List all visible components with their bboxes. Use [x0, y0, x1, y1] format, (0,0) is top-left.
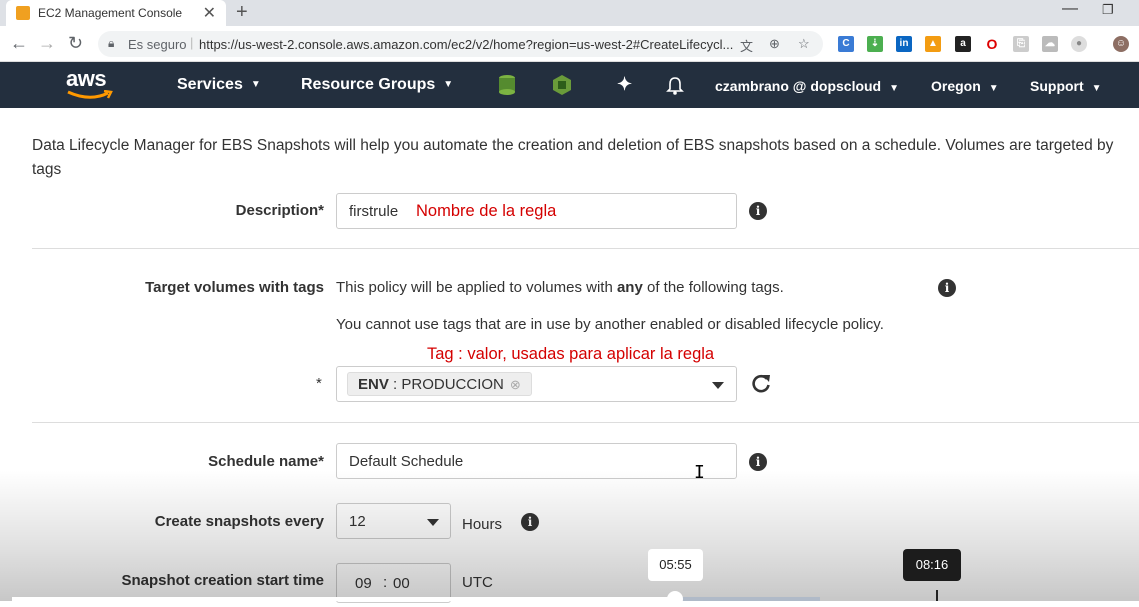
- hover-time-tooltip: 08:16: [903, 549, 961, 581]
- aws-logo[interactable]: aws: [66, 66, 107, 92]
- description-label: Description*: [235, 202, 324, 219]
- browser-tab[interactable]: EC2 Management Console ✕: [6, 0, 226, 26]
- window-minimize-button[interactable]: —: [1062, 0, 1078, 18]
- extension-icon[interactable]: ●: [1071, 36, 1087, 52]
- resource-groups-label: Resource Groups: [301, 76, 436, 93]
- text-cursor-icon: I: [694, 462, 705, 483]
- start-time-colon: :: [383, 574, 388, 591]
- tag-selector[interactable]: ENV : PRODUCCION ⊗: [336, 366, 737, 402]
- start-time-label: Snapshot creation start time: [121, 572, 324, 589]
- target-text-after: of the following tags.: [642, 279, 784, 296]
- schedule-name-input[interactable]: Default Schedule: [336, 443, 737, 479]
- target-note: You cannot use tags that are in use by a…: [336, 316, 884, 333]
- info-icon[interactable]: i: [521, 513, 539, 531]
- address-separator: |: [190, 35, 194, 50]
- video-hover-marker: [936, 590, 938, 601]
- video-scrubber-handle[interactable]: [667, 591, 683, 607]
- schedule-name-value: Default Schedule: [349, 453, 464, 470]
- window-restore-button[interactable]: ❐: [1102, 2, 1114, 18]
- target-text-before: This policy will be applied to volumes w…: [336, 279, 617, 296]
- ec2-shortcut-icon[interactable]: [552, 74, 572, 96]
- target-text-bold: any: [616, 279, 643, 296]
- create-every-select[interactable]: 12: [336, 503, 451, 539]
- security-label: Es seguro: [128, 37, 187, 52]
- tag-value: PRODUCCION: [401, 376, 504, 393]
- refresh-icon[interactable]: [750, 372, 772, 394]
- info-icon[interactable]: i: [749, 453, 767, 471]
- start-time-zone: UTC: [462, 574, 493, 591]
- pin-icon[interactable]: ✦: [617, 74, 632, 95]
- resource-groups-menu[interactable]: Resource Groups ▼: [301, 76, 453, 94]
- services-label: Services: [177, 76, 243, 93]
- reload-icon[interactable]: ↻: [68, 33, 83, 54]
- dropdown-caret-icon[interactable]: [712, 382, 724, 389]
- start-time-hour[interactable]: 09: [355, 575, 372, 592]
- url-text[interactable]: https://us-west-2.console.aws.amazon.com…: [199, 37, 733, 52]
- extension-icon[interactable]: C: [838, 36, 854, 52]
- browser-tab-strip: EC2 Management Console ✕ + — ❐: [0, 0, 1139, 26]
- support-label: Support: [1030, 78, 1084, 94]
- description-value: firstrule: [349, 203, 399, 220]
- address-bar[interactable]: 🔒︎ Es seguro | https://us-west-2.console…: [98, 31, 823, 57]
- chevron-down-icon: ▼: [1091, 83, 1102, 94]
- schedule-name-label: Schedule name*: [208, 453, 324, 470]
- info-icon[interactable]: i: [938, 279, 956, 297]
- extension-icon[interactable]: ⇣: [867, 36, 883, 52]
- chevron-down-icon: ▼: [443, 79, 454, 90]
- aws-favicon-icon: [16, 6, 30, 20]
- region-menu[interactable]: Oregon ▼: [931, 78, 999, 94]
- tag-chip[interactable]: ENV : PRODUCCION ⊗: [347, 372, 532, 396]
- support-menu[interactable]: Support ▼: [1030, 78, 1102, 94]
- extension-icon[interactable]: a: [955, 36, 971, 52]
- tab-title: EC2 Management Console: [38, 6, 183, 20]
- current-time-tooltip: 05:55: [648, 549, 703, 581]
- back-arrow-icon[interactable]: ←: [10, 33, 28, 54]
- description-annotation: Nombre de la regla: [416, 202, 557, 220]
- create-every-value: 12: [349, 513, 366, 530]
- aws-nav-bar: aws Services ▼ Resource Groups ▼ ✦ czambra…: [0, 62, 1139, 108]
- extension-icon[interactable]: ☁: [1042, 36, 1058, 52]
- target-volumes-label: Target volumes with tags: [145, 279, 324, 296]
- dropdown-caret-icon: [427, 519, 439, 526]
- forward-arrow-icon[interactable]: →: [38, 33, 56, 54]
- divider: [32, 248, 1139, 249]
- region-label: Oregon: [931, 78, 981, 94]
- services-menu[interactable]: Services ▼: [177, 76, 261, 94]
- divider: [32, 422, 1139, 423]
- required-mark: *: [316, 375, 322, 392]
- chevron-down-icon: ▼: [988, 83, 999, 94]
- video-buffer-bar: [675, 597, 820, 601]
- extension-icon[interactable]: ⎘: [1013, 36, 1029, 52]
- account-label: czambrano @ dopscloud: [715, 78, 882, 94]
- lock-icon: 🔒︎: [108, 36, 115, 50]
- intro-text: Data Lifecycle Manager for EBS Snapshots…: [32, 137, 1114, 178]
- info-icon[interactable]: i: [749, 202, 767, 220]
- tab-close-icon[interactable]: ✕: [203, 3, 216, 23]
- tag-annotation: Tag : valor, usadas para aplicar la regl…: [427, 345, 715, 363]
- opera-icon[interactable]: O: [984, 36, 1000, 52]
- create-every-unit: Hours: [462, 516, 503, 533]
- profile-avatar[interactable]: ☺: [1113, 36, 1129, 52]
- target-policy-text: This policy will be applied to volumes w…: [336, 279, 784, 296]
- start-time-minute[interactable]: 00: [393, 575, 410, 592]
- browser-toolbar: ← → ↻ 🔒︎ Es seguro | https://us-west-2.c…: [0, 26, 1139, 62]
- remove-tag-icon[interactable]: ⊗: [510, 377, 521, 392]
- create-every-label: Create snapshots every: [154, 513, 324, 530]
- chevron-down-icon: ▼: [250, 79, 261, 90]
- new-tab-button[interactable]: +: [236, 1, 248, 24]
- aws-logo-smile-icon: [67, 90, 113, 99]
- video-played-bar: [12, 597, 675, 601]
- linkedin-icon[interactable]: in: [896, 36, 912, 52]
- service-shortcut-icon[interactable]: [497, 74, 517, 96]
- chevron-down-icon: ▼: [889, 83, 900, 94]
- translate-icon[interactable]: 文: [740, 36, 753, 55]
- bell-icon[interactable]: [666, 76, 684, 96]
- zoom-icon[interactable]: ⊕: [769, 36, 780, 52]
- bookmark-star-icon[interactable]: ☆: [798, 36, 810, 52]
- extension-icon[interactable]: ▲: [925, 36, 941, 52]
- account-menu[interactable]: czambrano @ dopscloud ▼: [715, 78, 899, 94]
- tag-key: ENV: [358, 376, 389, 393]
